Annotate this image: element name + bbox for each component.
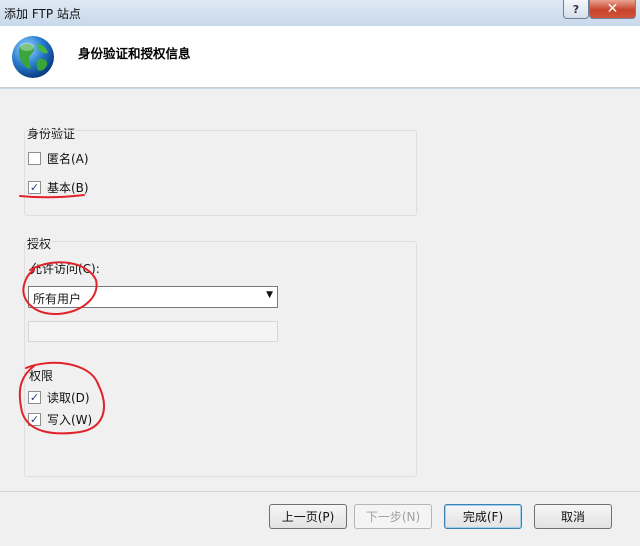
allow-access-detail-field — [28, 321, 278, 342]
page-title: 身份验证和授权信息 — [78, 46, 191, 61]
globe-icon — [12, 36, 54, 78]
chevron-down-icon[interactable]: ▼ — [266, 290, 273, 300]
allow-access-label: 允许访问(C): — [30, 262, 100, 276]
footer-divider — [0, 491, 640, 492]
read-checkbox[interactable]: ✓ — [28, 391, 41, 404]
wizard-header: 身份验证和授权信息 — [0, 26, 640, 88]
wizard-body: 身份验证 匿名(A) ✓ 基本(B) 授权 允许访问(C): 所有用户 ▼ 权限… — [0, 89, 640, 546]
allow-access-value: 所有用户 — [33, 292, 82, 306]
finish-button[interactable]: 完成(F) — [444, 504, 522, 529]
close-icon: ✕ — [606, 1, 619, 17]
help-button[interactable]: ? — [563, 0, 589, 19]
help-icon: ? — [572, 2, 580, 16]
title-bar: 添加 FTP 站点 ? ✕ — [0, 0, 640, 26]
allow-access-dropdown[interactable]: 所有用户 ▼ — [28, 286, 278, 308]
cancel-button[interactable]: 取消 — [534, 504, 612, 529]
write-checkbox[interactable]: ✓ — [28, 413, 41, 426]
write-checkbox-row[interactable]: ✓ 写入(W) — [28, 411, 92, 428]
previous-button[interactable]: 上一页(P) — [269, 504, 347, 529]
read-label: 读取(D) — [47, 391, 90, 405]
basic-label: 基本(B) — [47, 181, 89, 195]
anonymous-checkbox[interactable] — [28, 152, 41, 165]
write-label: 写入(W) — [47, 413, 93, 427]
read-checkbox-row[interactable]: ✓ 读取(D) — [28, 389, 90, 406]
anonymous-label: 匿名(A) — [47, 152, 89, 166]
basic-checkbox[interactable]: ✓ — [28, 181, 41, 194]
authentication-group — [24, 130, 417, 216]
next-button[interactable]: 下一步(N) — [354, 504, 432, 529]
permissions-label: 权限 — [29, 369, 54, 383]
close-button[interactable]: ✕ — [589, 0, 636, 19]
window-title: 添加 FTP 站点 — [4, 7, 81, 21]
anonymous-checkbox-row[interactable]: 匿名(A) — [28, 150, 89, 167]
basic-checkbox-row[interactable]: ✓ 基本(B) — [28, 179, 89, 196]
